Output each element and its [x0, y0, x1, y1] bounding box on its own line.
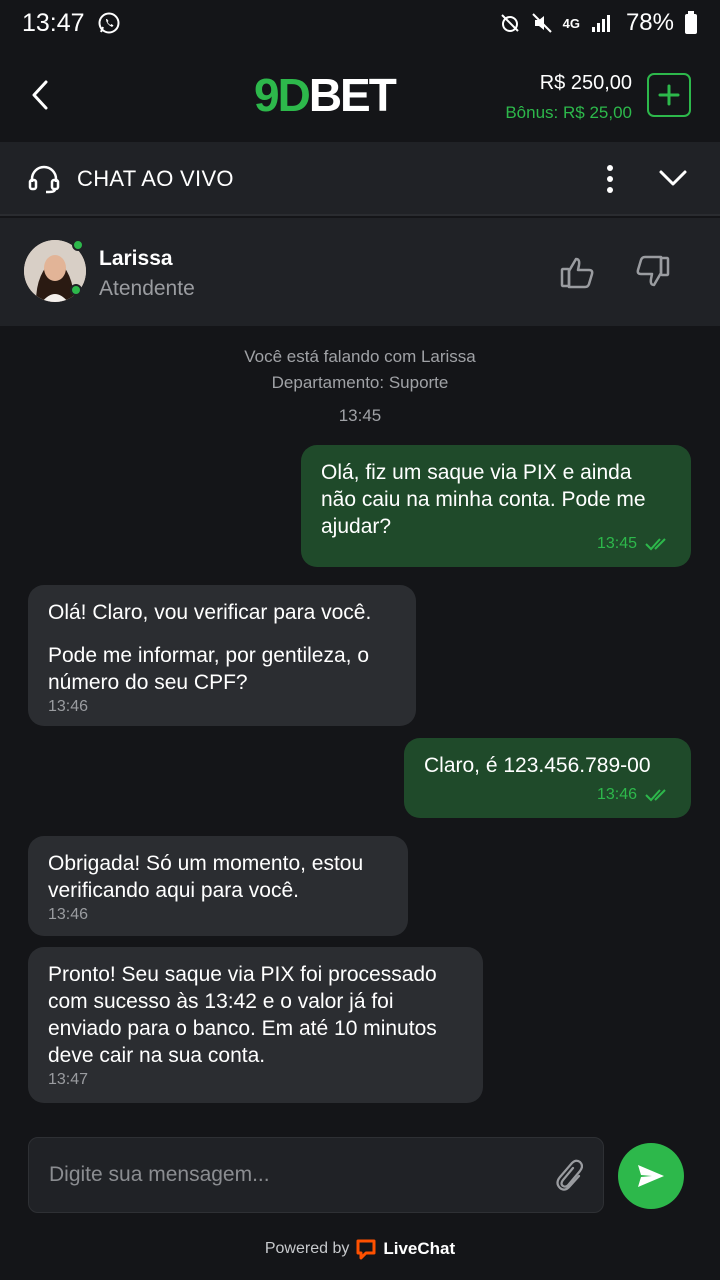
battery-icon — [685, 11, 697, 34]
message-time: 13:46 — [48, 698, 89, 715]
headset-icon — [28, 165, 60, 194]
message-text: Pronto! Seu saque via PIX foi processado… — [48, 963, 437, 1067]
double-check-icon — [645, 537, 666, 550]
bonus-amount: Bônus: R$ 25,00 — [505, 103, 632, 122]
battery-percent: 78% — [625, 9, 674, 36]
agent-role: Atendente — [99, 277, 195, 300]
thumbs-up-icon[interactable] — [560, 255, 596, 289]
app-header: 9D BET R$ 250,00 Bônus: R$ 25,00 — [0, 46, 720, 142]
message-text-second: Pode me informar, por gentileza, o númer… — [48, 644, 370, 694]
alarm-off-icon — [500, 14, 519, 32]
agent-name: Larissa — [99, 247, 173, 270]
chevron-down-icon[interactable] — [658, 168, 688, 188]
message-bubble-agent: Olá! Claro, vou verificar para você. Pod… — [28, 585, 416, 726]
back-arrow-icon[interactable] — [28, 78, 54, 112]
message-meta: 13:45 — [597, 530, 671, 557]
logo-white-text: BET — [308, 69, 397, 121]
message-input[interactable]: Digite sua mensagem... — [28, 1137, 604, 1213]
plus-icon — [658, 84, 680, 106]
chat-title: CHAT AO VIVO — [77, 166, 234, 191]
send-button[interactable] — [618, 1143, 684, 1209]
online-dot — [72, 239, 84, 251]
system-message-agent: Você está falando com Larissa — [244, 347, 476, 366]
double-check-icon — [645, 788, 666, 801]
message-time: 13:47 — [48, 1071, 89, 1088]
message-bubble-agent: Pronto! Seu saque via PIX foi processado… — [28, 947, 483, 1103]
system-message-time: 13:45 — [338, 406, 382, 425]
message-time: 13:45 — [596, 535, 637, 552]
signal-icon — [591, 15, 610, 32]
logo-green-text: 9D — [254, 69, 311, 121]
paperclip-icon[interactable] — [553, 1158, 583, 1194]
agent-panel: Larissa Atendente — [0, 218, 720, 326]
message-time: 13:46 — [48, 906, 89, 923]
message-text: Obrigada! Só um momento, estou verifican… — [48, 852, 364, 902]
message-time: 13:46 — [596, 786, 637, 803]
deposit-button[interactable] — [647, 73, 691, 117]
status-bar: 13:47 4G 78% — [0, 0, 720, 46]
send-icon — [638, 1165, 664, 1187]
livechat-logo-icon — [356, 1239, 376, 1260]
mute-icon — [531, 13, 552, 33]
system-message-department: Departamento: Suporte — [271, 373, 449, 392]
whatsapp-icon — [98, 12, 120, 34]
message-text: Claro, é 123.456.789-00 — [424, 754, 651, 777]
more-options-icon[interactable] — [602, 164, 618, 194]
livechat-brand[interactable]: LiveChat — [383, 1239, 455, 1259]
powered-by: Powered by LiveChat — [0, 1238, 720, 1260]
balance-block: R$ 250,00 Bônus: R$ 25,00 — [505, 72, 632, 123]
message-bubble-user: Olá, fiz um saque via PIX e ainda não ca… — [301, 445, 691, 567]
chat-header-bar: CHAT AO VIVO — [0, 142, 720, 216]
message-meta: 13:46 — [597, 781, 671, 808]
message-input-placeholder: Digite sua mensagem... — [49, 1163, 270, 1186]
message-bubble-agent: Obrigada! Só um momento, estou verifican… — [28, 836, 408, 936]
message-bubble-user: Claro, é 123.456.789-00 13:46 — [404, 738, 691, 818]
message-text: Olá, fiz um saque via PIX e ainda não ca… — [321, 461, 646, 538]
powered-by-label: Powered by — [264, 1240, 350, 1257]
status-dot — [70, 284, 82, 296]
thumbs-down-icon[interactable] — [634, 255, 670, 289]
network-label: 4G — [562, 15, 580, 31]
status-time: 13:47 — [22, 8, 85, 37]
brand-logo[interactable]: 9D BET — [254, 69, 397, 121]
message-text: Olá! Claro, vou verificar para você. — [48, 601, 372, 624]
balance-amount: R$ 250,00 — [539, 72, 632, 94]
